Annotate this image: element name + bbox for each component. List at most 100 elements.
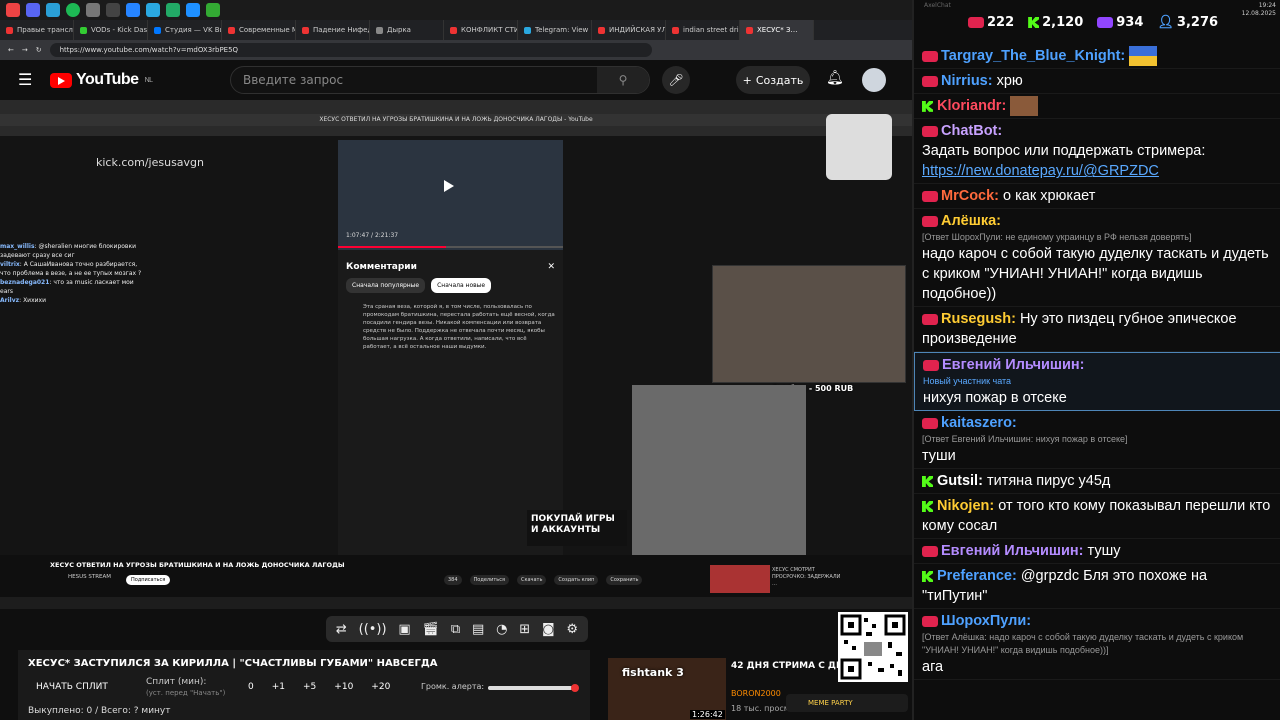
alert-volume-knob[interactable] <box>571 684 579 692</box>
video-player[interactable]: ХЕСУС ОТВЕТИЛ НА УГРОЗЫ БРАТИШКИНА И НА … <box>0 100 912 595</box>
sort-popular-chip[interactable]: Сначала популярные <box>346 278 426 293</box>
photo-icon[interactable]: ◙ <box>542 622 555 637</box>
alert-volume-slider[interactable] <box>488 686 576 690</box>
chat-username[interactable]: Евгений Ильчишин: <box>942 357 1085 373</box>
overlay-user: beznadega021 <box>0 279 50 286</box>
menu-icon[interactable]: ☰ <box>18 70 32 89</box>
inner-video-title: ХЕСУС ОТВЕТИЛ НА УГРОЗЫ БРАТИШКИНА И НА … <box>50 561 345 569</box>
mini-player[interactable]: 1:07:47 / 2:21:37 <box>338 140 563 250</box>
inner-bookmarks-bar <box>0 126 912 136</box>
frame-icon[interactable]: ⧉ <box>451 622 460 637</box>
sort-new-chip[interactable]: Сначала новые <box>431 278 492 293</box>
film-icon[interactable]: ▤ <box>472 622 484 637</box>
chat-username[interactable]: Nikojen: <box>937 498 994 514</box>
related-thumbnail <box>710 565 770 593</box>
browser-icon[interactable] <box>6 3 20 17</box>
chat-username[interactable]: Nirrius: <box>941 73 993 89</box>
steam-icon[interactable] <box>46 3 60 17</box>
app-icon[interactable] <box>126 3 140 17</box>
chat-username[interactable]: Gutsil: <box>937 473 983 489</box>
chat-username[interactable]: ШорохПули: <box>941 613 1031 629</box>
chat-username[interactable]: Rusegush: <box>941 311 1016 327</box>
progress-bar[interactable] <box>338 246 563 248</box>
telegram-icon[interactable] <box>146 3 160 17</box>
video-duration: 1:26:42 <box>690 710 725 719</box>
browser-tab[interactable]: Дырка <box>370 20 444 40</box>
chat-text: о как хрюкает <box>1003 188 1096 205</box>
chat-username[interactable]: MrCock: <box>941 188 999 204</box>
tab-favicon-icon <box>154 26 161 34</box>
plus-box-icon[interactable]: ⊞ <box>519 622 530 637</box>
chat-username[interactable]: Kloriandr: <box>937 98 1006 114</box>
speed-icon[interactable]: ◔ <box>496 622 507 637</box>
progress-fill <box>338 246 446 248</box>
chat-text: титяна пирус у45д <box>986 473 1111 490</box>
browser-tab[interactable]: Правые трансля… <box>0 20 74 40</box>
recommended-channel[interactable]: BORON2000 <box>731 689 781 698</box>
chat-username[interactable]: Евгений Ильчишин: <box>941 543 1084 559</box>
repeat-icon[interactable]: ⇄ <box>336 622 347 637</box>
tab-label: Падение Нифедо… <box>313 26 369 34</box>
broadcast-icon[interactable]: ((•)) <box>359 622 387 637</box>
avatar[interactable] <box>862 68 886 92</box>
add-20-button[interactable]: +20 <box>371 682 390 692</box>
obs-icon[interactable] <box>86 3 100 17</box>
play-icon[interactable] <box>444 180 454 192</box>
create-label: Создать <box>755 73 804 87</box>
kick-icon <box>922 571 933 583</box>
url-field[interactable]: https://www.youtube.com/watch?v=mdOX3rbP… <box>49 43 652 57</box>
close-icon[interactable]: ✕ <box>547 262 555 272</box>
browser-tab[interactable]: VODs - Kick Dash… <box>74 20 148 40</box>
add-5-button[interactable]: +5 <box>303 682 316 692</box>
donate-link[interactable]: https://new.donatepay.ru/@GRPZDC <box>922 163 1159 179</box>
settings-icon[interactable]: ⚙ <box>566 622 578 637</box>
browser-tab-active[interactable]: ХЕСУС* З… <box>740 20 814 40</box>
chat-username[interactable]: kaitaszero: <box>941 415 1017 431</box>
reload-icon[interactable]: ↻ <box>36 46 42 54</box>
browser-tab[interactable]: indian street drink… <box>666 20 740 40</box>
comment-sort-chips: Сначала популярные Сначала новые <box>338 278 563 293</box>
browser-tab[interactable]: Современные М… <box>222 20 296 40</box>
youtube-logo[interactable]: YouTube NL <box>50 71 153 89</box>
voice-search-button[interactable]: 🎤︎ <box>662 66 690 94</box>
inner-actions: 384 Поделиться Скачать Создать клип Сохр… <box>444 575 643 585</box>
chat-messages: Targray_The_Blue_Knight: Nirrius: хрю Klor… <box>914 44 1280 681</box>
search-button[interactable]: ⚲ <box>597 67 649 93</box>
recommended-thumbnail[interactable]: fishtank 3 1:26:42 <box>608 658 726 720</box>
browser-tab[interactable]: Telegram: View @… <box>518 20 592 40</box>
recommended-title[interactable]: 42 ДНЯ СТРИМА С ДВО… ДНОМ - fishtank 3 <box>731 660 841 672</box>
tab-favicon-icon <box>746 26 753 34</box>
discord-icon[interactable] <box>26 3 40 17</box>
spotify-icon[interactable] <box>66 3 80 17</box>
camera-icon[interactable]: ▣ <box>398 622 410 637</box>
reply-quote: [Ответ Евгений Ильчишин: нихуя пожар в о… <box>922 434 1128 445</box>
back-icon[interactable]: ← <box>8 46 14 54</box>
add-10-button[interactable]: +10 <box>334 682 353 692</box>
youtube-icon <box>922 216 938 228</box>
clapper-icon[interactable]: 🎬︎ <box>423 622 440 637</box>
chat-username[interactable]: Preferance: <box>937 568 1017 584</box>
add-1-button[interactable]: +1 <box>272 682 285 692</box>
comments-title: Комментарии <box>346 262 417 272</box>
browser-tab[interactable]: Студия — VK Вид… <box>148 20 222 40</box>
browser-tab[interactable]: ИНДИЙСКАЯ УЛ… <box>592 20 666 40</box>
notifications-bell-icon[interactable]: 🔔︎ <box>826 70 844 86</box>
search-input[interactable]: Введите запрос ⚲ <box>230 66 650 94</box>
kick-icon[interactable] <box>166 3 180 17</box>
browser-tab[interactable]: КОНФЛИКТ СТИ… <box>444 20 518 40</box>
start-split-button[interactable]: НАЧАТЬ СПЛИТ <box>36 682 108 692</box>
chat-username[interactable]: ChatBot: <box>941 123 1002 139</box>
browser-tab[interactable]: Падение Нифедо… <box>296 20 370 40</box>
overlay-text: Хихихи <box>23 297 46 304</box>
create-button[interactable]: + Создать <box>736 66 810 94</box>
app-icon[interactable] <box>106 3 120 17</box>
youtube-icon <box>923 360 939 372</box>
app-icon[interactable] <box>206 3 220 17</box>
chat-username[interactable]: Targray_The_Blue_Knight: <box>941 48 1125 64</box>
forward-icon[interactable]: → <box>22 46 28 54</box>
total-viewers-count: 3,276 <box>1176 15 1219 30</box>
download-action: Скачать <box>516 575 547 585</box>
app-icon[interactable] <box>186 3 200 17</box>
chat-username[interactable]: Алёшка: <box>941 213 1001 229</box>
search-placeholder: Введите запрос <box>243 73 344 87</box>
